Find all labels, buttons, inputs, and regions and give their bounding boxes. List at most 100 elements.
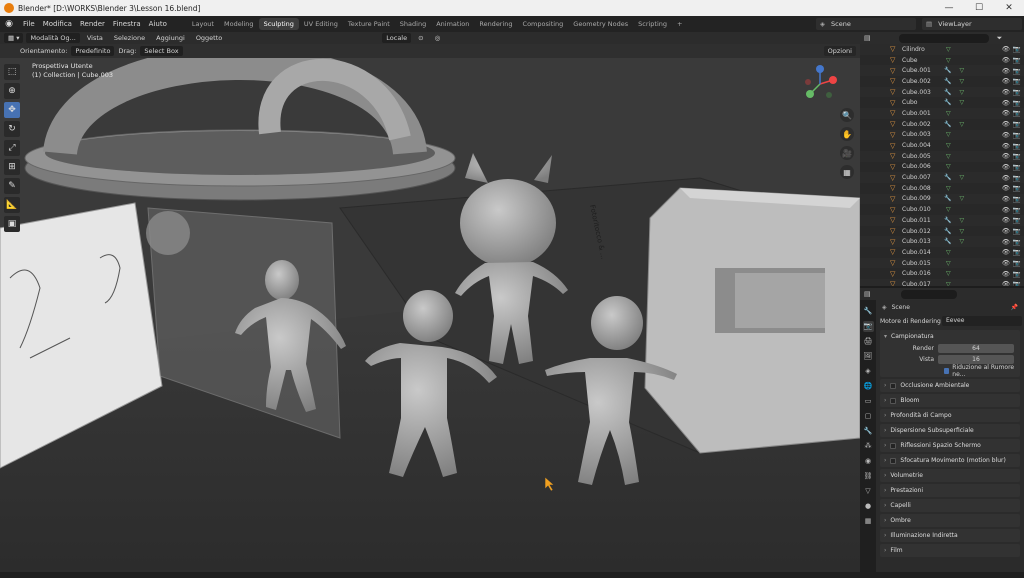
- tab-scripting[interactable]: Scripting: [633, 18, 672, 30]
- sampling-panel-header[interactable]: ▾ Campionatura: [880, 330, 1020, 343]
- tab-layout[interactable]: Layout: [187, 18, 219, 30]
- camera-icon[interactable]: 📷: [1013, 67, 1021, 75]
- camera-icon[interactable]: 📷: [1013, 77, 1021, 85]
- eye-icon[interactable]: 👁: [1002, 238, 1010, 246]
- pin-icon[interactable]: 📌: [1011, 304, 1018, 311]
- camera-icon[interactable]: 📷: [1013, 216, 1021, 224]
- menu-object[interactable]: Oggetto: [192, 33, 226, 43]
- cursor-tool-icon[interactable]: ⊕: [4, 83, 20, 99]
- outliner-row[interactable]: ▽ Cubo.011 🔧 ▽ 👁 📷: [860, 215, 1024, 226]
- camera-view-icon[interactable]: 🎥: [840, 146, 854, 160]
- menu-add[interactable]: Aggiungi: [152, 33, 189, 43]
- outliner-search-input[interactable]: [898, 33, 989, 43]
- outliner-row[interactable]: ▽ Cubo.010 ▽ 👁 📷: [860, 204, 1024, 215]
- view-layer-tab-icon[interactable]: 🖼: [863, 351, 874, 362]
- filter-icon[interactable]: ⏷: [997, 34, 1003, 43]
- tab-rendering[interactable]: Rendering: [474, 18, 517, 30]
- menu-help[interactable]: Aiuto: [145, 20, 171, 28]
- menu-view[interactable]: Vista: [83, 33, 107, 43]
- camera-icon[interactable]: 📷: [1013, 206, 1021, 214]
- camera-icon[interactable]: 📷: [1013, 195, 1021, 203]
- eye-icon[interactable]: 👁: [1002, 184, 1010, 192]
- options-button[interactable]: Opzioni: [823, 46, 856, 56]
- tab-compositing[interactable]: Compositing: [518, 18, 569, 30]
- outliner-row[interactable]: ▽ Cube ▽ 👁 📷: [860, 55, 1024, 66]
- camera-icon[interactable]: 📷: [1013, 109, 1021, 117]
- tab-uv-editing[interactable]: UV Editing: [299, 18, 343, 30]
- eye-icon[interactable]: 👁: [1002, 142, 1010, 150]
- move-tool-icon[interactable]: ✥: [4, 102, 20, 118]
- zoom-icon[interactable]: 🔍: [840, 108, 854, 122]
- eye-icon[interactable]: 👁: [1002, 216, 1010, 224]
- transform-orientation-selector[interactable]: Locale: [382, 33, 412, 43]
- eye-icon[interactable]: 👁: [1002, 99, 1010, 107]
- eye-icon[interactable]: 👁: [1002, 259, 1010, 267]
- camera-icon[interactable]: 📷: [1013, 259, 1021, 267]
- panel-header[interactable]: › Riflessioni Spazio Schermo: [880, 439, 1020, 452]
- blender-menu-icon[interactable]: ◉: [3, 18, 15, 30]
- camera-icon[interactable]: 📷: [1013, 131, 1021, 139]
- eye-icon[interactable]: 👁: [1002, 280, 1010, 286]
- data-tab-icon[interactable]: ▽: [863, 486, 874, 497]
- denoise-row[interactable]: Riduzione al Rumore ne...: [880, 364, 1020, 378]
- snap-icon[interactable]: ⊙: [414, 33, 427, 43]
- eye-icon[interactable]: 👁: [1002, 227, 1010, 235]
- camera-icon[interactable]: 📷: [1013, 280, 1021, 286]
- proportional-edit-icon[interactable]: ◎: [431, 33, 445, 43]
- outliner-row[interactable]: ▽ Cubo.003 ▽ 👁 📷: [860, 129, 1024, 141]
- eye-icon[interactable]: 👁: [1002, 120, 1010, 128]
- add-cube-tool-icon[interactable]: ▣: [4, 216, 20, 232]
- scale-tool-icon[interactable]: ⤢: [4, 140, 20, 156]
- select-tool-icon[interactable]: ⬚: [4, 64, 20, 80]
- maximize-button[interactable]: ☐: [964, 0, 994, 16]
- annotate-tool-icon[interactable]: ✎: [4, 178, 20, 194]
- editor-type-icon[interactable]: ▤: [864, 34, 871, 42]
- add-workspace-button[interactable]: +: [672, 18, 687, 30]
- menu-render[interactable]: Render: [76, 20, 109, 28]
- properties-search-input[interactable]: [900, 289, 957, 299]
- grid-toggle-icon[interactable]: ▦: [840, 165, 854, 179]
- scene-tab-icon[interactable]: ◈: [863, 366, 874, 377]
- 3d-viewport[interactable]: Prospettiva Utente (1) Collection | Cube…: [0, 58, 860, 572]
- panel-header[interactable]: › Sfocatura Movimento (motion blur): [880, 454, 1020, 467]
- material-tab-icon[interactable]: ●: [863, 501, 874, 512]
- eye-icon[interactable]: 👁: [1002, 270, 1010, 278]
- camera-icon[interactable]: 📷: [1013, 238, 1021, 246]
- eye-icon[interactable]: 👁: [1002, 152, 1010, 160]
- outliner-row[interactable]: ▽ Cubo.008 ▽ 👁 📷: [860, 183, 1024, 194]
- mode-selector[interactable]: Modalità Og...: [26, 33, 80, 43]
- constraints-tab-icon[interactable]: ⛓: [863, 471, 874, 482]
- outliner-row[interactable]: ▽ Cube.003 🔧 ▽ 👁 📷: [860, 86, 1024, 98]
- panel-checkbox[interactable]: [890, 442, 897, 449]
- camera-icon[interactable]: 📷: [1013, 56, 1021, 64]
- menu-file[interactable]: File: [19, 20, 39, 28]
- minimize-button[interactable]: —: [934, 0, 964, 16]
- pan-hand-icon[interactable]: ✋: [840, 127, 854, 141]
- eye-icon[interactable]: 👁: [1002, 131, 1010, 139]
- viewlayer-selector[interactable]: ▤ ViewLayer: [922, 18, 1022, 30]
- eye-icon[interactable]: 👁: [1002, 109, 1010, 117]
- panel-header[interactable]: › Dispersione Subsuperficiale: [880, 424, 1020, 437]
- panel-header[interactable]: › Bloom: [880, 394, 1020, 407]
- tab-shading[interactable]: Shading: [395, 18, 431, 30]
- close-button[interactable]: ✕: [994, 0, 1024, 16]
- eye-icon[interactable]: 👁: [1002, 206, 1010, 214]
- world-tab-icon[interactable]: 🌐: [863, 381, 874, 392]
- panel-checkbox[interactable]: [890, 382, 897, 389]
- eye-icon[interactable]: 👁: [1002, 77, 1010, 85]
- denoise-checkbox[interactable]: [944, 368, 950, 374]
- menu-select[interactable]: Selezione: [110, 33, 149, 43]
- render-tab-icon[interactable]: 📷: [862, 321, 874, 332]
- camera-icon[interactable]: 📷: [1013, 163, 1021, 171]
- panel-header[interactable]: › Occlusione Ambientale: [880, 379, 1020, 392]
- camera-icon[interactable]: 📷: [1013, 152, 1021, 160]
- tab-texture-paint[interactable]: Texture Paint: [343, 18, 395, 30]
- eye-icon[interactable]: 👁: [1002, 45, 1010, 53]
- outliner-row[interactable]: ▽ Cube.002 🔧 ▽ 👁 📷: [860, 76, 1024, 87]
- drag-selector[interactable]: Select Box: [140, 46, 183, 56]
- panel-header[interactable]: › Prestazioni: [880, 484, 1020, 497]
- editor-type-button[interactable]: ▦ ▾: [4, 33, 24, 43]
- camera-icon[interactable]: 📷: [1013, 142, 1021, 150]
- camera-icon[interactable]: 📷: [1013, 88, 1021, 96]
- outliner-row[interactable]: ▽ Cubo.002 🔧 ▽ 👁 📷: [860, 119, 1024, 130]
